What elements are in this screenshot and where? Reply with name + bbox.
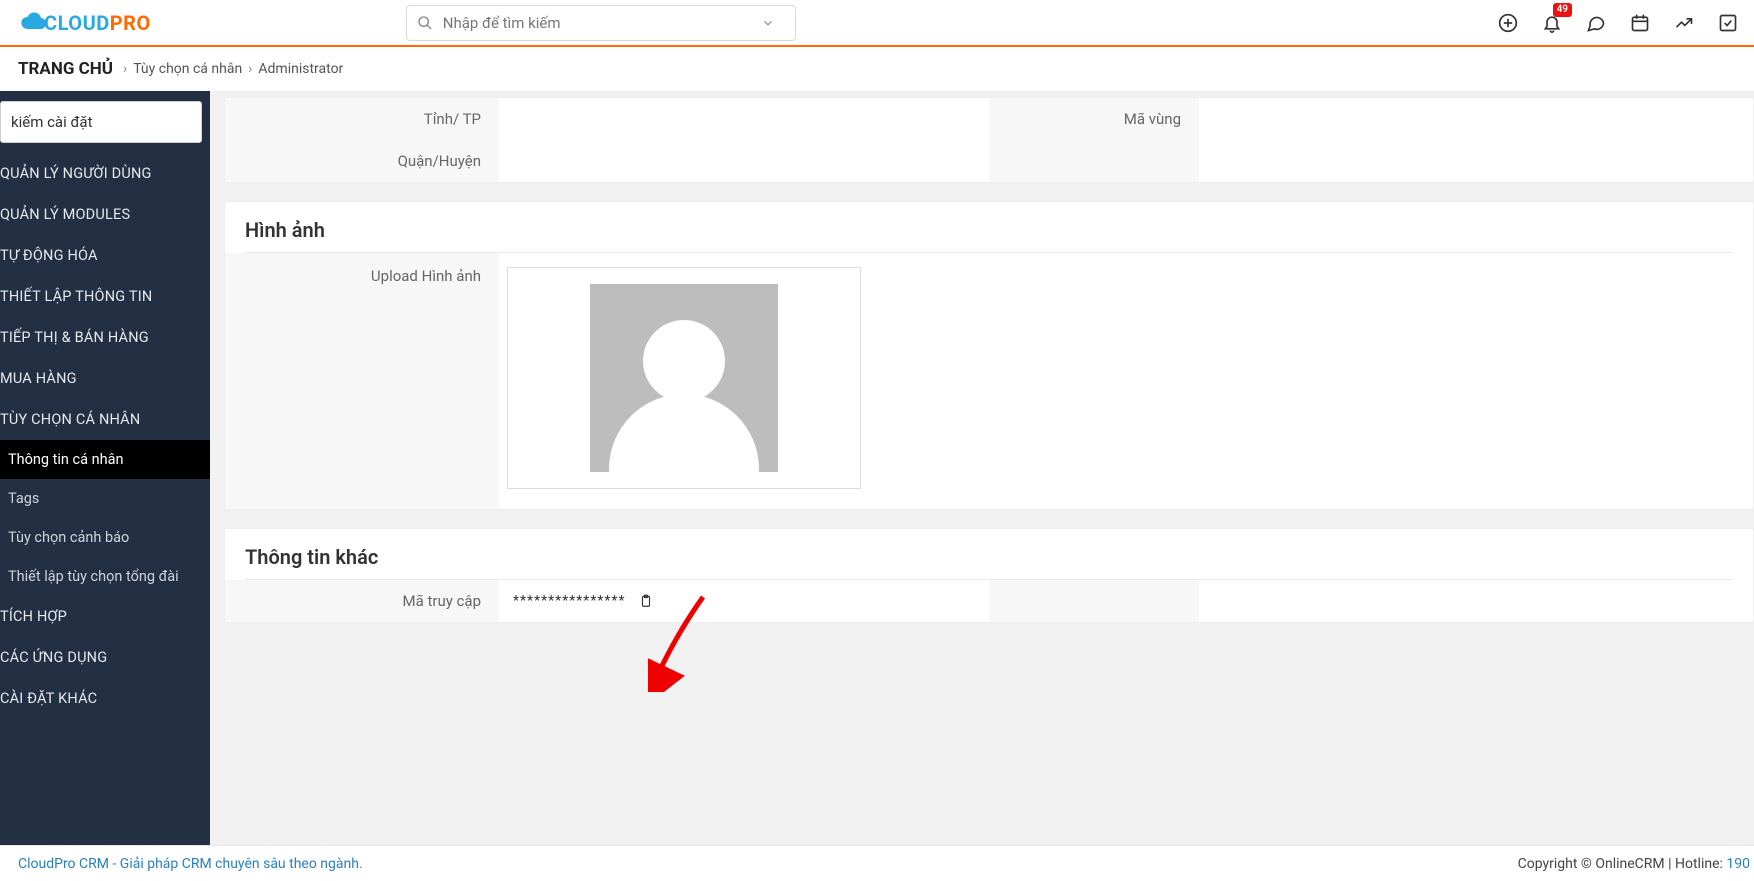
clipboard-icon[interactable] <box>639 593 653 609</box>
sidebar-item-integration[interactable]: TÍCH HỢP <box>0 596 210 637</box>
footer-left[interactable]: CloudPro CRM - Giải pháp CRM chuyên sâu … <box>18 856 363 872</box>
value-matruycap: **************** <box>513 593 625 609</box>
logo[interactable]: CLOUDPRO <box>20 8 151 38</box>
address-panel: Tỉnh/ TP Mã vùng Quận/Huyện <box>224 97 1754 183</box>
breadcrumb-item-2[interactable]: Administrator <box>258 61 343 77</box>
image-panel: Hình ảnh Upload Hình ảnh <box>224 201 1754 510</box>
value-quanhuyen[interactable] <box>499 140 989 182</box>
top-header: CLOUDPRO Nhập để tìm kiếm 49 <box>0 0 1754 47</box>
task-icon[interactable] <box>1717 12 1739 34</box>
cloud-icon <box>20 8 46 38</box>
notification-badge: 49 <box>1553 3 1572 17</box>
sidebar-search-input[interactable] <box>0 101 202 143</box>
upload-image-label: Upload Hình ảnh <box>225 253 499 509</box>
settings-sidebar: QUẢN LÝ NGƯỜI DÙNG QUẢN LÝ MODULES TỰ ĐỘ… <box>0 91 210 849</box>
sidebar-item-users[interactable]: QUẢN LÝ NGƯỜI DÙNG <box>0 153 210 194</box>
label-empty <box>989 140 1199 182</box>
sidebar-item-automation[interactable]: TỰ ĐỘNG HÓA <box>0 235 210 276</box>
chevron-down-icon[interactable] <box>761 16 775 30</box>
breadcrumb: TRANG CHỦ › Tùy chọn cá nhân › Administr… <box>0 47 1754 91</box>
search-placeholder: Nhập để tìm kiếm <box>443 14 761 32</box>
breadcrumb-item-1[interactable]: Tùy chọn cá nhân <box>133 61 242 77</box>
subitem-profile[interactable]: Thông tin cá nhân <box>0 440 210 479</box>
other-section-title: Thông tin khác <box>225 529 1753 579</box>
sidebar-item-apps[interactable]: CÁC ỨNG DỤNG <box>0 637 210 678</box>
report-icon[interactable] <box>1673 12 1695 34</box>
other-info-panel: Thông tin khác Mã truy cập *************… <box>224 528 1754 623</box>
label-matruycap: Mã truy cập <box>225 580 499 622</box>
logo-text-1: CLOUD <box>44 11 110 35</box>
main-content: Tỉnh/ TP Mã vùng Quận/Huyện <box>210 91 1754 849</box>
sidebar-item-personal[interactable]: TÙY CHỌN CÁ NHÂN <box>0 399 210 440</box>
footer-right: Copyright © OnlineCRM | Hotline: 190 <box>1518 856 1750 872</box>
footer: CloudPro CRM - Giải pháp CRM chuyên sâu … <box>0 845 1754 881</box>
breadcrumb-sep: › <box>248 61 252 77</box>
avatar-placeholder-icon <box>590 284 778 472</box>
logo-text-2: PRO <box>110 11 151 35</box>
label-empty2 <box>989 580 1199 622</box>
subitem-tags[interactable]: Tags <box>0 479 210 518</box>
value-mavung[interactable] <box>1199 98 1753 140</box>
search-icon <box>417 15 433 31</box>
add-icon[interactable] <box>1497 12 1519 34</box>
chat-icon[interactable] <box>1585 12 1607 34</box>
bell-icon[interactable]: 49 <box>1541 12 1563 34</box>
sidebar-item-config[interactable]: THIẾT LẬP THÔNG TIN <box>0 276 210 317</box>
value-tinhtp[interactable] <box>499 98 989 140</box>
image-section-title: Hình ảnh <box>225 202 1753 252</box>
label-mavung: Mã vùng <box>989 98 1199 140</box>
calendar-icon[interactable] <box>1629 12 1651 34</box>
subitem-callcenter[interactable]: Thiết lập tùy chọn tổng đài <box>0 557 210 596</box>
sidebar-search[interactable] <box>0 101 202 143</box>
label-tinhtp: Tỉnh/ TP <box>225 98 499 140</box>
label-quanhuyen: Quận/Huyện <box>225 140 499 182</box>
footer-hotline[interactable]: 190 <box>1726 856 1750 872</box>
header-icons: 49 <box>1497 12 1739 34</box>
subitem-alerts[interactable]: Tùy chọn cảnh báo <box>0 518 210 557</box>
breadcrumb-home[interactable]: TRANG CHỦ <box>18 59 113 79</box>
sidebar-item-purchase[interactable]: MUA HÀNG <box>0 358 210 399</box>
breadcrumb-sep: › <box>123 61 127 77</box>
sidebar-item-modules[interactable]: QUẢN LÝ MODULES <box>0 194 210 235</box>
sidebar-item-other[interactable]: CÀI ĐẶT KHÁC <box>0 678 210 719</box>
global-search[interactable]: Nhập để tìm kiếm <box>406 5 796 41</box>
sidebar-item-marketing[interactable]: TIẾP THỊ & BÁN HÀNG <box>0 317 210 358</box>
avatar-box[interactable] <box>507 267 861 489</box>
